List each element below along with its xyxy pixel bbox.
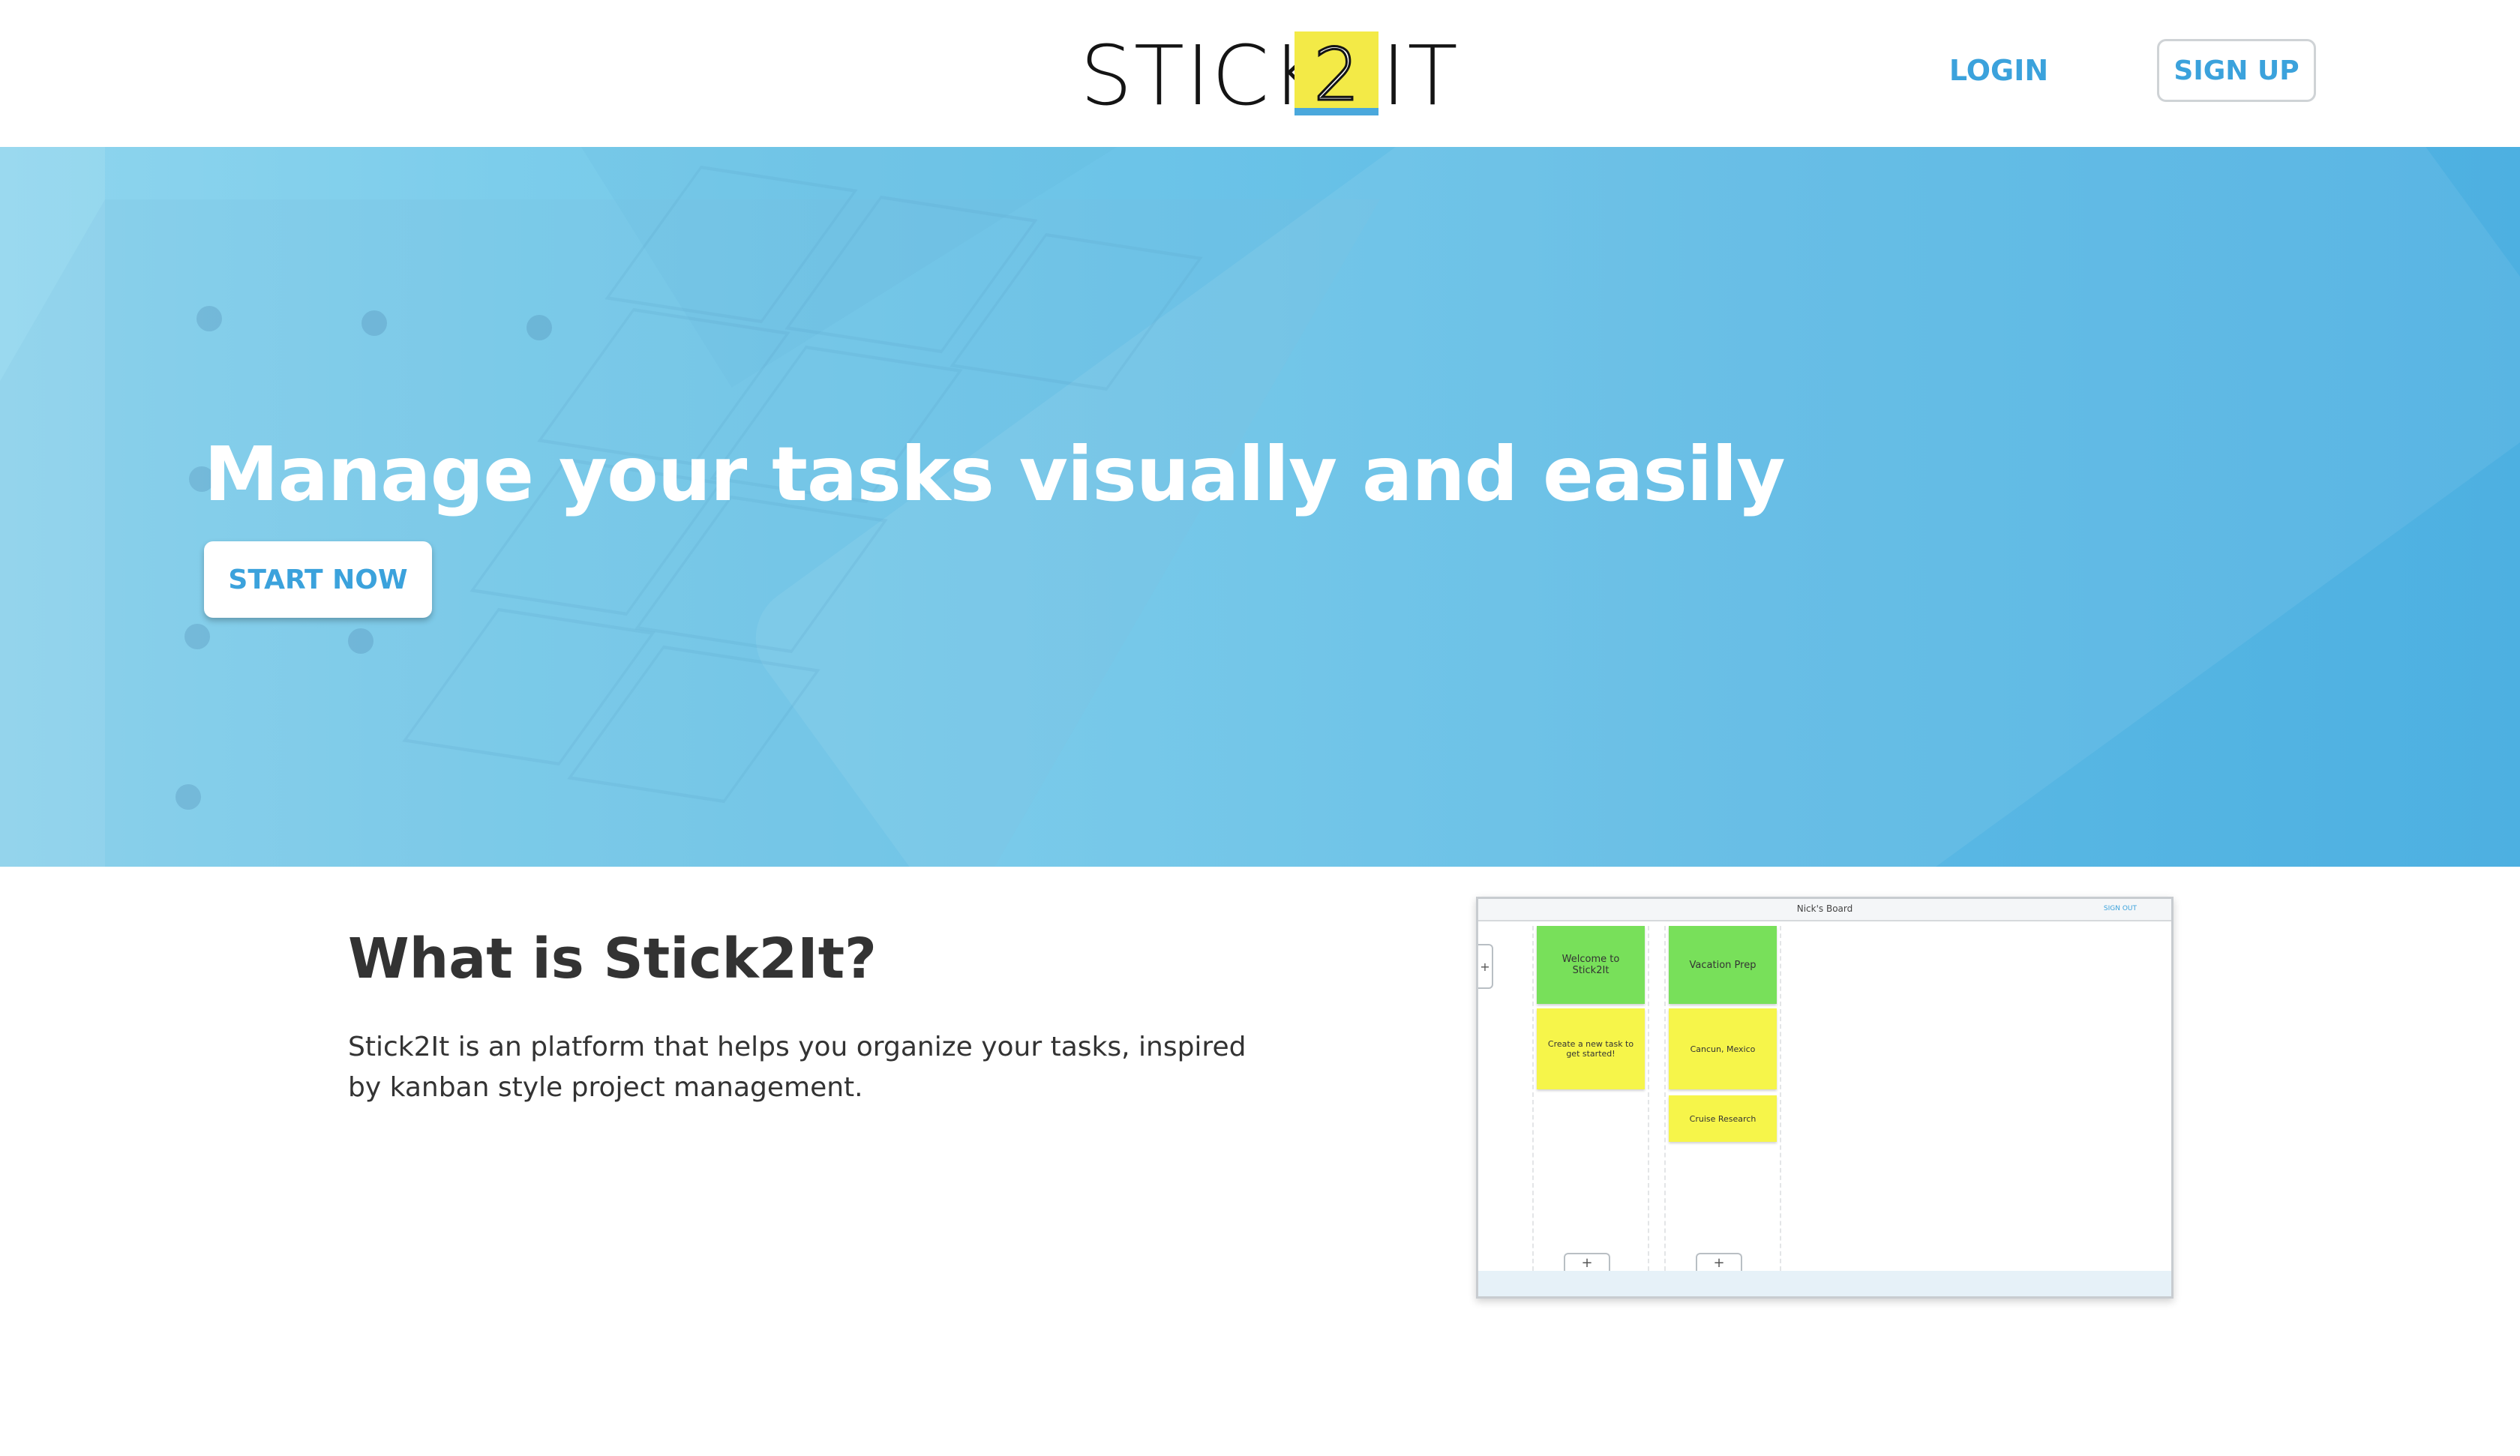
preview-add-card-icon: + — [1564, 1253, 1610, 1271]
hero-decoration-dot — [362, 310, 387, 336]
preview-card: Cruise Research — [1669, 1095, 1777, 1142]
preview-card: Cancun, Mexico — [1669, 1008, 1777, 1089]
preview-column: Vacation Prep Cancun, Mexico Cruise Rese… — [1664, 926, 1781, 1271]
about-heading: What is Stick2It? — [348, 927, 877, 991]
logo-text-stick: STICK — [1080, 28, 1327, 124]
preview-signout-label: SIGN OUT — [2103, 905, 2137, 912]
preview-add-card-icon: + — [1696, 1253, 1742, 1271]
about-description: Stick2It is an platform that helps you o… — [348, 1032, 1246, 1103]
preview-column: Welcome to Stick2It Create a new task to… — [1532, 926, 1649, 1271]
hero-decoration-dot — [348, 628, 374, 654]
preview-board-title: Nick's Board — [1796, 903, 1853, 914]
start-now-button[interactable]: START NOW — [204, 541, 432, 618]
preview-footer — [1478, 1271, 2171, 1296]
logo-text-it: IT — [1382, 28, 1460, 124]
login-link[interactable]: LOGIN — [1920, 36, 2078, 105]
preview-card: Create a new task to get started! — [1537, 1008, 1645, 1089]
site-header: STICK 2 IT LOGIN SIGN UP — [0, 0, 2520, 147]
preview-add-column-icon: + — [1478, 944, 1493, 989]
hero-title: Manage your tasks visually and easily — [204, 430, 1786, 518]
hero-decoration-dot — [176, 784, 201, 810]
hero-decoration-dot — [184, 624, 210, 649]
signup-button[interactable]: SIGN UP — [2157, 39, 2316, 102]
preview-card: Vacation Prep — [1669, 926, 1777, 1004]
logo-badge-text: 2 — [1312, 33, 1360, 117]
hero-banner: Manage your tasks visually and easily ST… — [0, 147, 2520, 867]
logo-sticky-note-icon: 2 — [1294, 31, 1378, 115]
hero-decoration-dot — [526, 315, 552, 340]
stick2it-logo[interactable]: STICK 2 IT — [1080, 28, 1458, 124]
preview-header: Nick's Board SIGN OUT — [1478, 899, 2171, 921]
hero-decoration-dot — [196, 306, 222, 331]
board-preview-image: Nick's Board SIGN OUT + Welcome to Stick… — [1476, 897, 2174, 1299]
preview-card: Welcome to Stick2It — [1537, 926, 1645, 1004]
